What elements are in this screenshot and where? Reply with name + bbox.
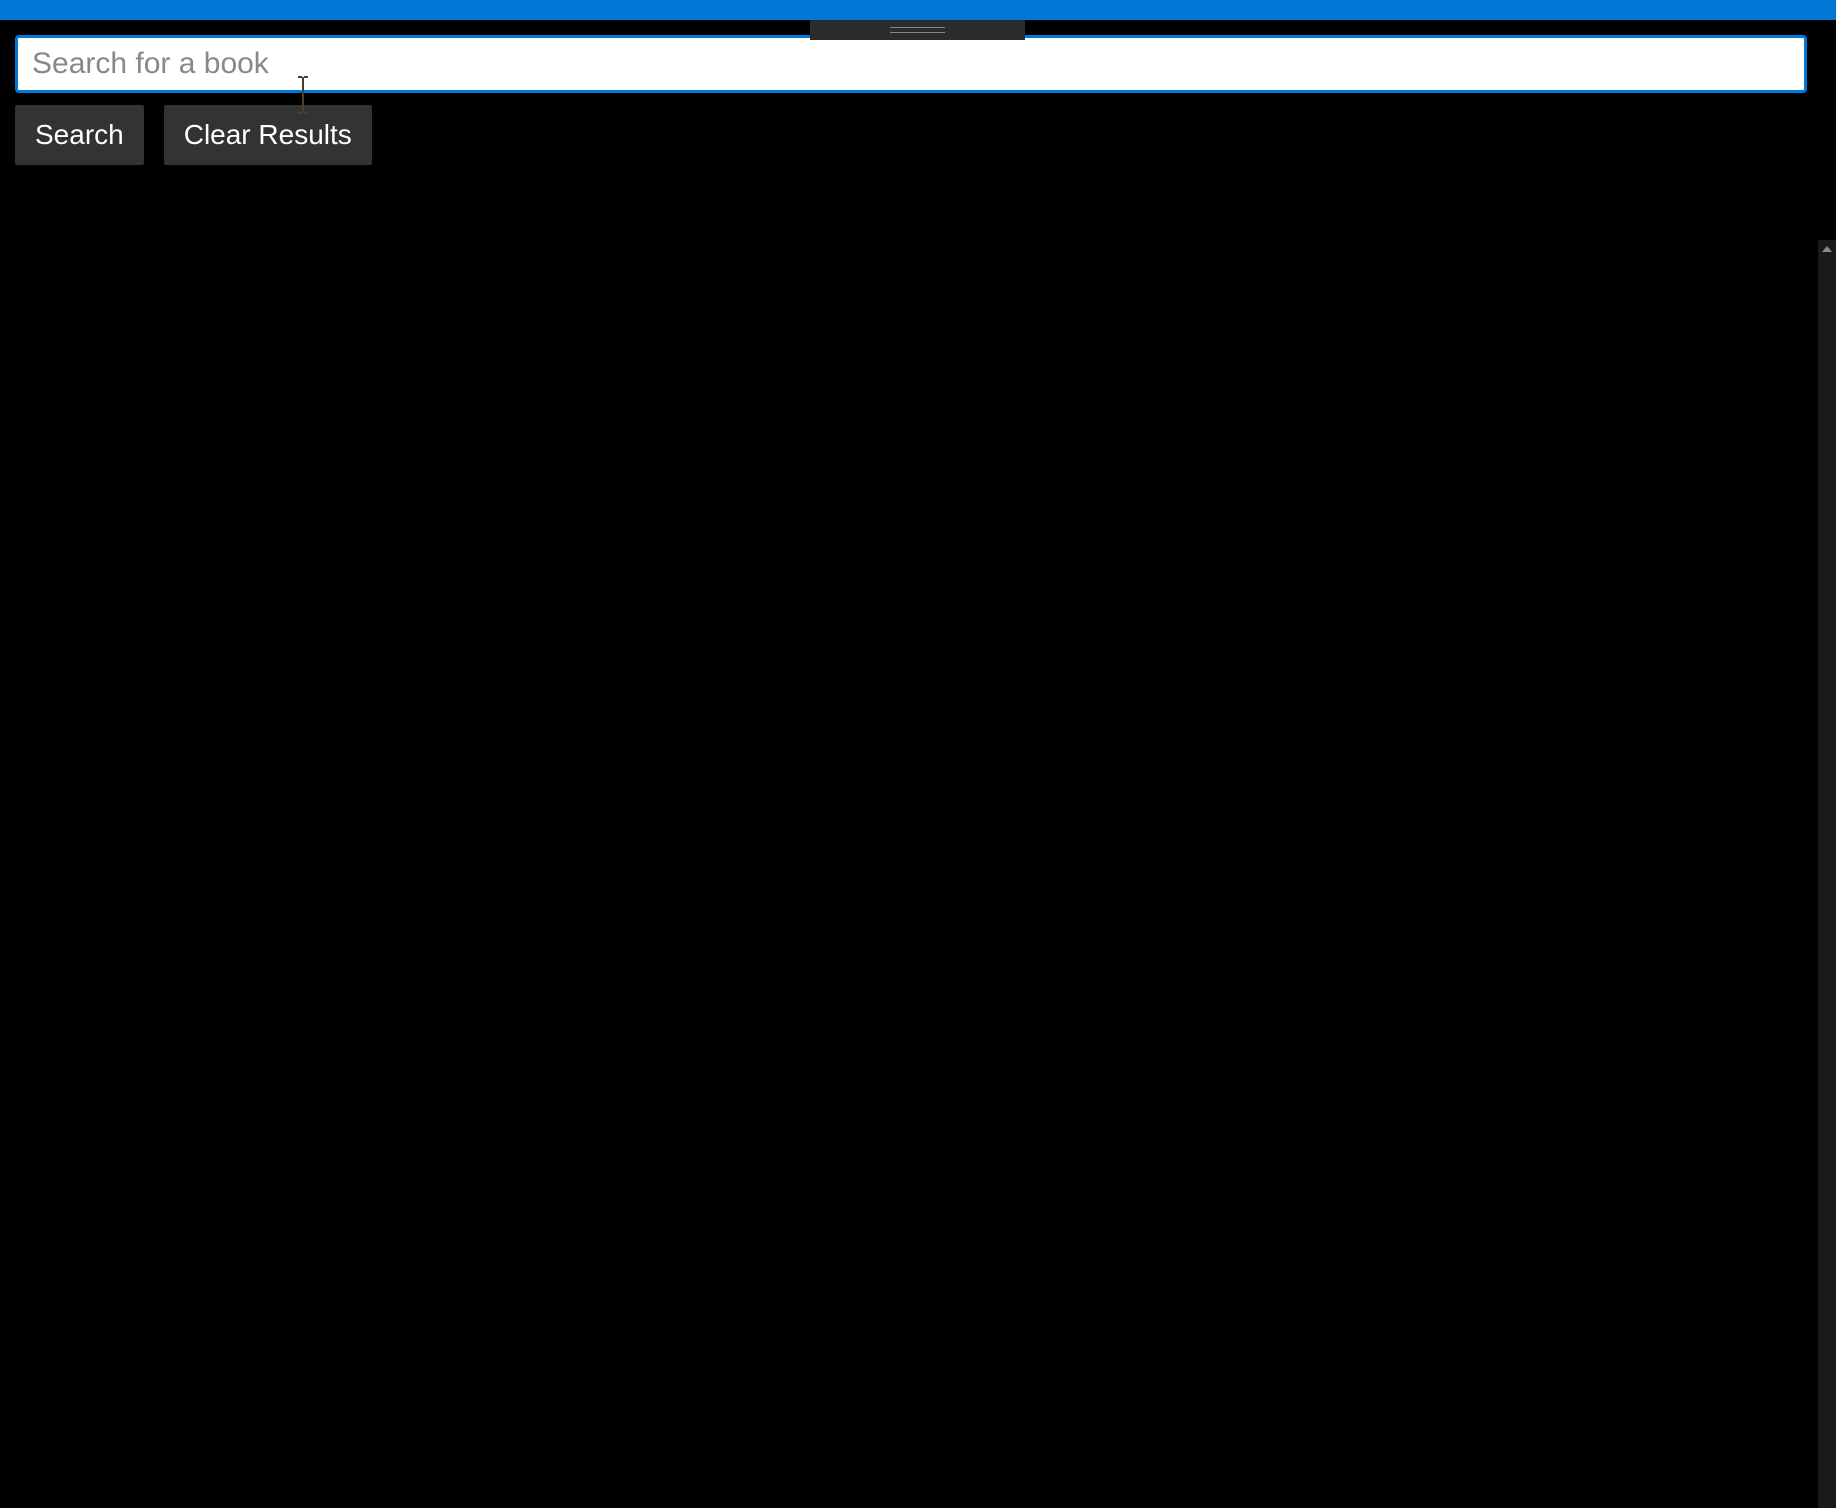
search-input[interactable] <box>15 35 1807 93</box>
clear-results-button[interactable]: Clear Results <box>164 105 372 165</box>
grip-icon <box>890 27 945 33</box>
content-area: Search Clear Results <box>0 20 1836 180</box>
scrollbar-up-button[interactable] <box>1818 240 1836 258</box>
button-row: Search Clear Results <box>15 105 1821 165</box>
drag-handle[interactable] <box>810 20 1025 40</box>
chevron-up-icon <box>1822 246 1832 252</box>
search-button[interactable]: Search <box>15 105 144 165</box>
results-area <box>0 240 1818 1508</box>
scrollbar[interactable] <box>1818 240 1836 1508</box>
search-row <box>15 35 1821 93</box>
titlebar[interactable] <box>0 0 1836 20</box>
